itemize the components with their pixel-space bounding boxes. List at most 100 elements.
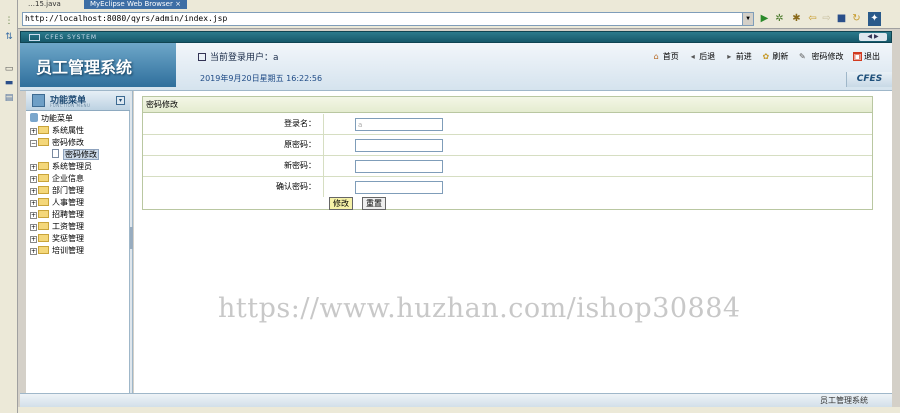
server-icon[interactable]: ▬ (3, 78, 15, 88)
home-icon: ⌂ (653, 52, 659, 61)
address-url: http://localhost:8080/qyrs/admin/index.j… (25, 14, 228, 23)
sidebar-item-password[interactable]: − 密码修改 (30, 137, 84, 149)
brand-badge: CFES (846, 72, 892, 87)
submit-button[interactable]: 修改 (329, 197, 353, 210)
refresh-button[interactable]: ✿ 刷新 (761, 51, 789, 63)
console-icon[interactable]: ▭ (3, 64, 15, 74)
sidebar-item-password-change[interactable]: 密码修改 (52, 149, 99, 161)
login-name-label: 登录名： (143, 114, 324, 134)
collapse-tree-icon[interactable]: − (30, 140, 37, 147)
sidebar-item-departments[interactable]: + 部门管理 (30, 185, 84, 197)
tab-web-browser[interactable]: MyEclipse Web Browser × (84, 0, 187, 9)
change-password-button[interactable]: ✎ 密码修改 (798, 51, 843, 63)
folder-icon (38, 222, 49, 230)
form-buttons: 修改 重置 (143, 197, 872, 210)
go-icon[interactable]: ▶ (758, 12, 771, 26)
myeclipse-icon[interactable]: ✦ (868, 12, 881, 26)
browser-view-icon[interactable]: ▤ (3, 93, 15, 103)
editor-tab-bar: …15.java MyEclipse Web Browser × (18, 0, 900, 9)
current-datetime: 2019年9月20日星期五 16:22:56 (200, 74, 323, 83)
menu-icon (32, 94, 45, 107)
folder-open-icon (38, 138, 49, 146)
reset-button[interactable]: 重置 (362, 197, 386, 210)
confirm-password-field[interactable] (355, 181, 443, 194)
expand-icon[interactable]: + (30, 248, 37, 255)
header-toolbar: ⌂ 首页 ◂ 后退 ▸ 前进 ✿ 刷新 ✎ 密码修改 ▣ 退出 (645, 51, 880, 63)
folder-icon (38, 162, 49, 170)
refresh-icon[interactable]: ↻ (850, 12, 863, 26)
refresh-icon: ✿ (762, 52, 770, 61)
strip-nav-buttons[interactable]: ◀ ▶ (859, 33, 887, 41)
folder-icon (38, 210, 49, 218)
current-user-label: 当前登录用户： (210, 53, 274, 63)
expand-icon[interactable]: + (30, 188, 37, 195)
old-password-label: 原密码： (143, 135, 324, 155)
sidebar-splitter[interactable] (130, 91, 133, 393)
folder-icon (38, 126, 49, 134)
sidebar-item-personnel[interactable]: + 人事管理 (30, 197, 84, 209)
menu-header: 功能菜单 FUNCTION MENU ▾ (26, 91, 130, 111)
row-new-password: 新密码： (143, 156, 872, 177)
ide-bottom-edge (18, 407, 900, 413)
expand-icon[interactable]: + (30, 128, 37, 135)
back-arrow-icon[interactable]: ⇦ (806, 12, 819, 26)
expand-icon[interactable]: + (30, 164, 37, 171)
sidebar-item-training[interactable]: + 培训管理 (30, 245, 84, 257)
menu-subtitle: FUNCTION MENU (50, 103, 91, 108)
tools-icon[interactable]: ✱ (790, 12, 803, 26)
sidebar-item-company[interactable]: + 企业信息 (30, 173, 84, 185)
row-login-name: 登录名： (143, 114, 872, 135)
collapse-icon[interactable]: ▾ (116, 96, 125, 105)
logo-title: 员工管理系统 (36, 58, 133, 77)
tree-root[interactable]: 功能菜单 (30, 113, 73, 125)
form-title: 密码修改 (143, 97, 872, 113)
bug-icon[interactable]: ✲ (773, 12, 786, 26)
expand-icon[interactable]: + (30, 224, 37, 231)
sidebar-item-system-properties[interactable]: + 系统属性 (30, 125, 84, 137)
stop-icon[interactable]: ■ (835, 12, 848, 26)
app-title-strip: CFES SYSTEM ◀ ▶ (20, 31, 892, 43)
app-footer: 员工管理系统 (20, 393, 892, 407)
sidebar-item-salary[interactable]: + 工资管理 (30, 221, 84, 233)
close-icon[interactable]: × (175, 0, 181, 8)
folder-icon (38, 186, 49, 194)
old-password-field[interactable] (355, 139, 443, 152)
app-header: 员工管理系统 当前登录用户：a 2019年9月20日星期五 16:22:56 ⌂… (20, 43, 892, 91)
expand-icon[interactable]: + (30, 176, 37, 183)
hierarchy-icon[interactable]: ⇅ (3, 32, 15, 42)
tab-web-browser-label: MyEclipse Web Browser (90, 0, 173, 8)
app-logo: 员工管理系统 (20, 43, 176, 87)
strip-label: CFES SYSTEM (45, 34, 98, 41)
sidebar-item-rewards[interactable]: + 奖惩管理 (30, 233, 84, 245)
address-bar[interactable]: http://localhost:8080/qyrs/admin/index.j… (22, 12, 754, 26)
sidebar-item-recruitment[interactable]: + 招聘管理 (30, 209, 84, 221)
user-icon (198, 53, 206, 61)
page-icon (52, 149, 59, 158)
logout-button[interactable]: ▣ 退出 (853, 51, 880, 63)
ide-side-toolbar: ⋮ ⇅ ▭ ▬ ▤ (0, 0, 18, 413)
footer-text: 员工管理系统 (820, 396, 868, 405)
folder-icon (38, 234, 49, 242)
expand-icon[interactable]: + (30, 212, 37, 219)
expand-icon[interactable]: + (30, 236, 37, 243)
forward-arrow-icon[interactable]: ⇨ (820, 12, 833, 26)
menu-root-icon (30, 113, 38, 122)
window-icon (29, 34, 40, 41)
forward-button[interactable]: ▸ 前进 (725, 51, 752, 63)
sidebar-item-admins[interactable]: + 系统管理员 (30, 161, 92, 173)
package-explorer-icon[interactable]: ⋮ (3, 16, 15, 26)
new-password-field[interactable] (355, 160, 443, 173)
password-form: 密码修改 登录名： 原密码： 新密码： 确认密码： 修改 重置 (142, 96, 873, 210)
splitter-grip[interactable] (130, 227, 133, 249)
chevron-down-icon[interactable]: ▼ (742, 13, 753, 25)
folder-icon (38, 174, 49, 182)
current-user-name: a (273, 53, 279, 63)
back-button[interactable]: ◂ 后退 (688, 51, 716, 63)
expand-icon[interactable]: + (30, 200, 37, 207)
tab-java-file[interactable]: …15.java (22, 0, 67, 9)
key-icon: ✎ (799, 52, 806, 61)
watermark-text: https://www.huzhan.com/ishop30884 (218, 293, 741, 324)
home-button[interactable]: ⌂ 首页 (652, 51, 679, 63)
browser-toolbar: http://localhost:8080/qyrs/admin/index.j… (18, 9, 900, 29)
login-name-field[interactable] (355, 118, 443, 131)
